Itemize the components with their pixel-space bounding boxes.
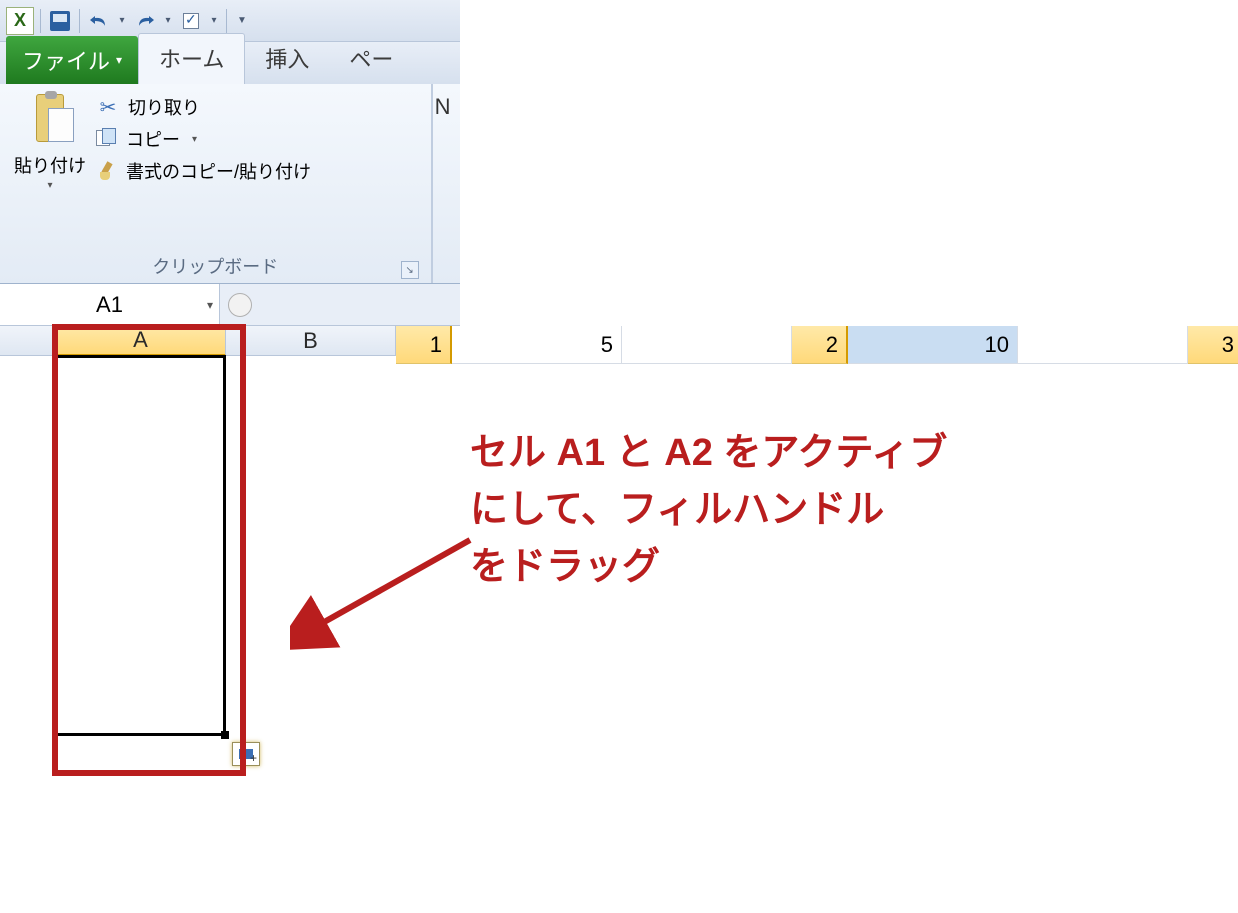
undo-button[interactable] (86, 8, 112, 34)
dialog-launcher-button[interactable]: ↘ (401, 261, 419, 279)
excel-logo-icon: X (6, 7, 34, 35)
cell-A1[interactable]: 5 (452, 326, 622, 364)
checkbox-icon (183, 13, 199, 29)
redo-button[interactable] (132, 8, 158, 34)
annotation-highlight-box (52, 324, 246, 776)
cell-A2[interactable]: 10 (848, 326, 1018, 364)
chevron-down-icon: ▾ (116, 53, 122, 67)
copy-icon (96, 128, 118, 150)
paste-icon (26, 94, 74, 150)
row-header[interactable]: 1 (396, 326, 452, 364)
annotation-arrow-icon (290, 530, 480, 660)
column-header-A[interactable]: A (56, 326, 226, 356)
save-button[interactable] (47, 8, 73, 34)
column-header-B[interactable]: B (226, 326, 396, 356)
select-all-corner[interactable] (0, 326, 56, 356)
annotation-line1: セル A1 と A2 をアクティブ (470, 425, 1230, 482)
ribbon-tabs: ファイル ▾ ホーム 挿入 ペー (0, 42, 460, 84)
undo-icon (89, 13, 109, 29)
autofill-options-button[interactable] (232, 742, 260, 766)
annotation-text: セル A1 と A2 をアクティブ にして、フィルハンドル をドラッグ (470, 425, 1230, 596)
tab-home-label: ホーム (159, 47, 224, 72)
annotation-line2: にして、フィルハンドル (470, 482, 1230, 539)
tab-file-label: ファイル (22, 44, 110, 76)
customize-qat-dropdown[interactable]: ▼ (237, 15, 247, 26)
separator (40, 9, 41, 33)
redo-dropdown[interactable]: ▾ (162, 15, 174, 26)
row-header[interactable]: 3 (1188, 326, 1238, 364)
chevron-down-icon: ▾ (47, 180, 52, 191)
fx-button-icon (228, 293, 252, 317)
selection-border (55, 355, 226, 736)
row-header[interactable]: 2 (792, 326, 848, 364)
annotation-line3: をドラッグ (470, 539, 1230, 596)
worksheet-grid[interactable]: AB1521031542052563073584094510501112 (0, 326, 460, 364)
cut-button[interactable]: ✂ 切り取り (96, 94, 311, 120)
cell-B1[interactable] (622, 326, 792, 364)
undo-dropdown[interactable]: ▾ (116, 15, 128, 26)
copy-button[interactable]: コピー ▾ (96, 126, 311, 152)
ribbon-next-group-edge: N (432, 84, 460, 283)
brush-icon (96, 160, 118, 182)
tab-home[interactable]: ホーム (138, 33, 245, 84)
ribbon: 貼り付け ▾ ✂ 切り取り コピー ▾ (0, 84, 460, 284)
chevron-down-icon: ▾ (207, 298, 213, 312)
scissors-icon: ✂ (96, 95, 120, 120)
touch-mode-button[interactable] (178, 8, 204, 34)
format-painter-label: 書式のコピー/貼り付け (126, 158, 311, 184)
fill-handle[interactable] (221, 731, 229, 739)
redo-icon (135, 13, 155, 29)
cut-label: 切り取り (128, 94, 200, 120)
separator (79, 9, 80, 33)
tab-insert[interactable]: 挿入 (245, 34, 329, 84)
paste-button[interactable]: 貼り付け ▾ (10, 90, 90, 195)
name-box-value: A1 (96, 292, 123, 318)
copy-label: コピー (126, 126, 180, 152)
chevron-down-icon: ▾ (192, 134, 197, 145)
separator (226, 9, 227, 33)
tab-file[interactable]: ファイル ▾ (6, 36, 138, 84)
tab-insert-label: 挿入 (265, 47, 309, 72)
formula-bar: A1 ▾ (0, 284, 460, 326)
name-box[interactable]: A1 ▾ (0, 284, 220, 325)
save-icon (50, 11, 70, 31)
format-painter-button[interactable]: 書式のコピー/貼り付け (96, 158, 311, 184)
touch-dropdown[interactable]: ▾ (208, 15, 220, 26)
paste-label: 貼り付け (14, 152, 86, 178)
formula-input-area[interactable] (220, 293, 460, 317)
ribbon-group-clipboard: 貼り付け ▾ ✂ 切り取り コピー ▾ (0, 84, 432, 283)
group-title-clipboard: クリップボード (152, 257, 278, 277)
tab-page-label: ペー (349, 47, 393, 72)
cell-B2[interactable] (1018, 326, 1188, 364)
tab-page-layout[interactable]: ペー (329, 34, 413, 84)
